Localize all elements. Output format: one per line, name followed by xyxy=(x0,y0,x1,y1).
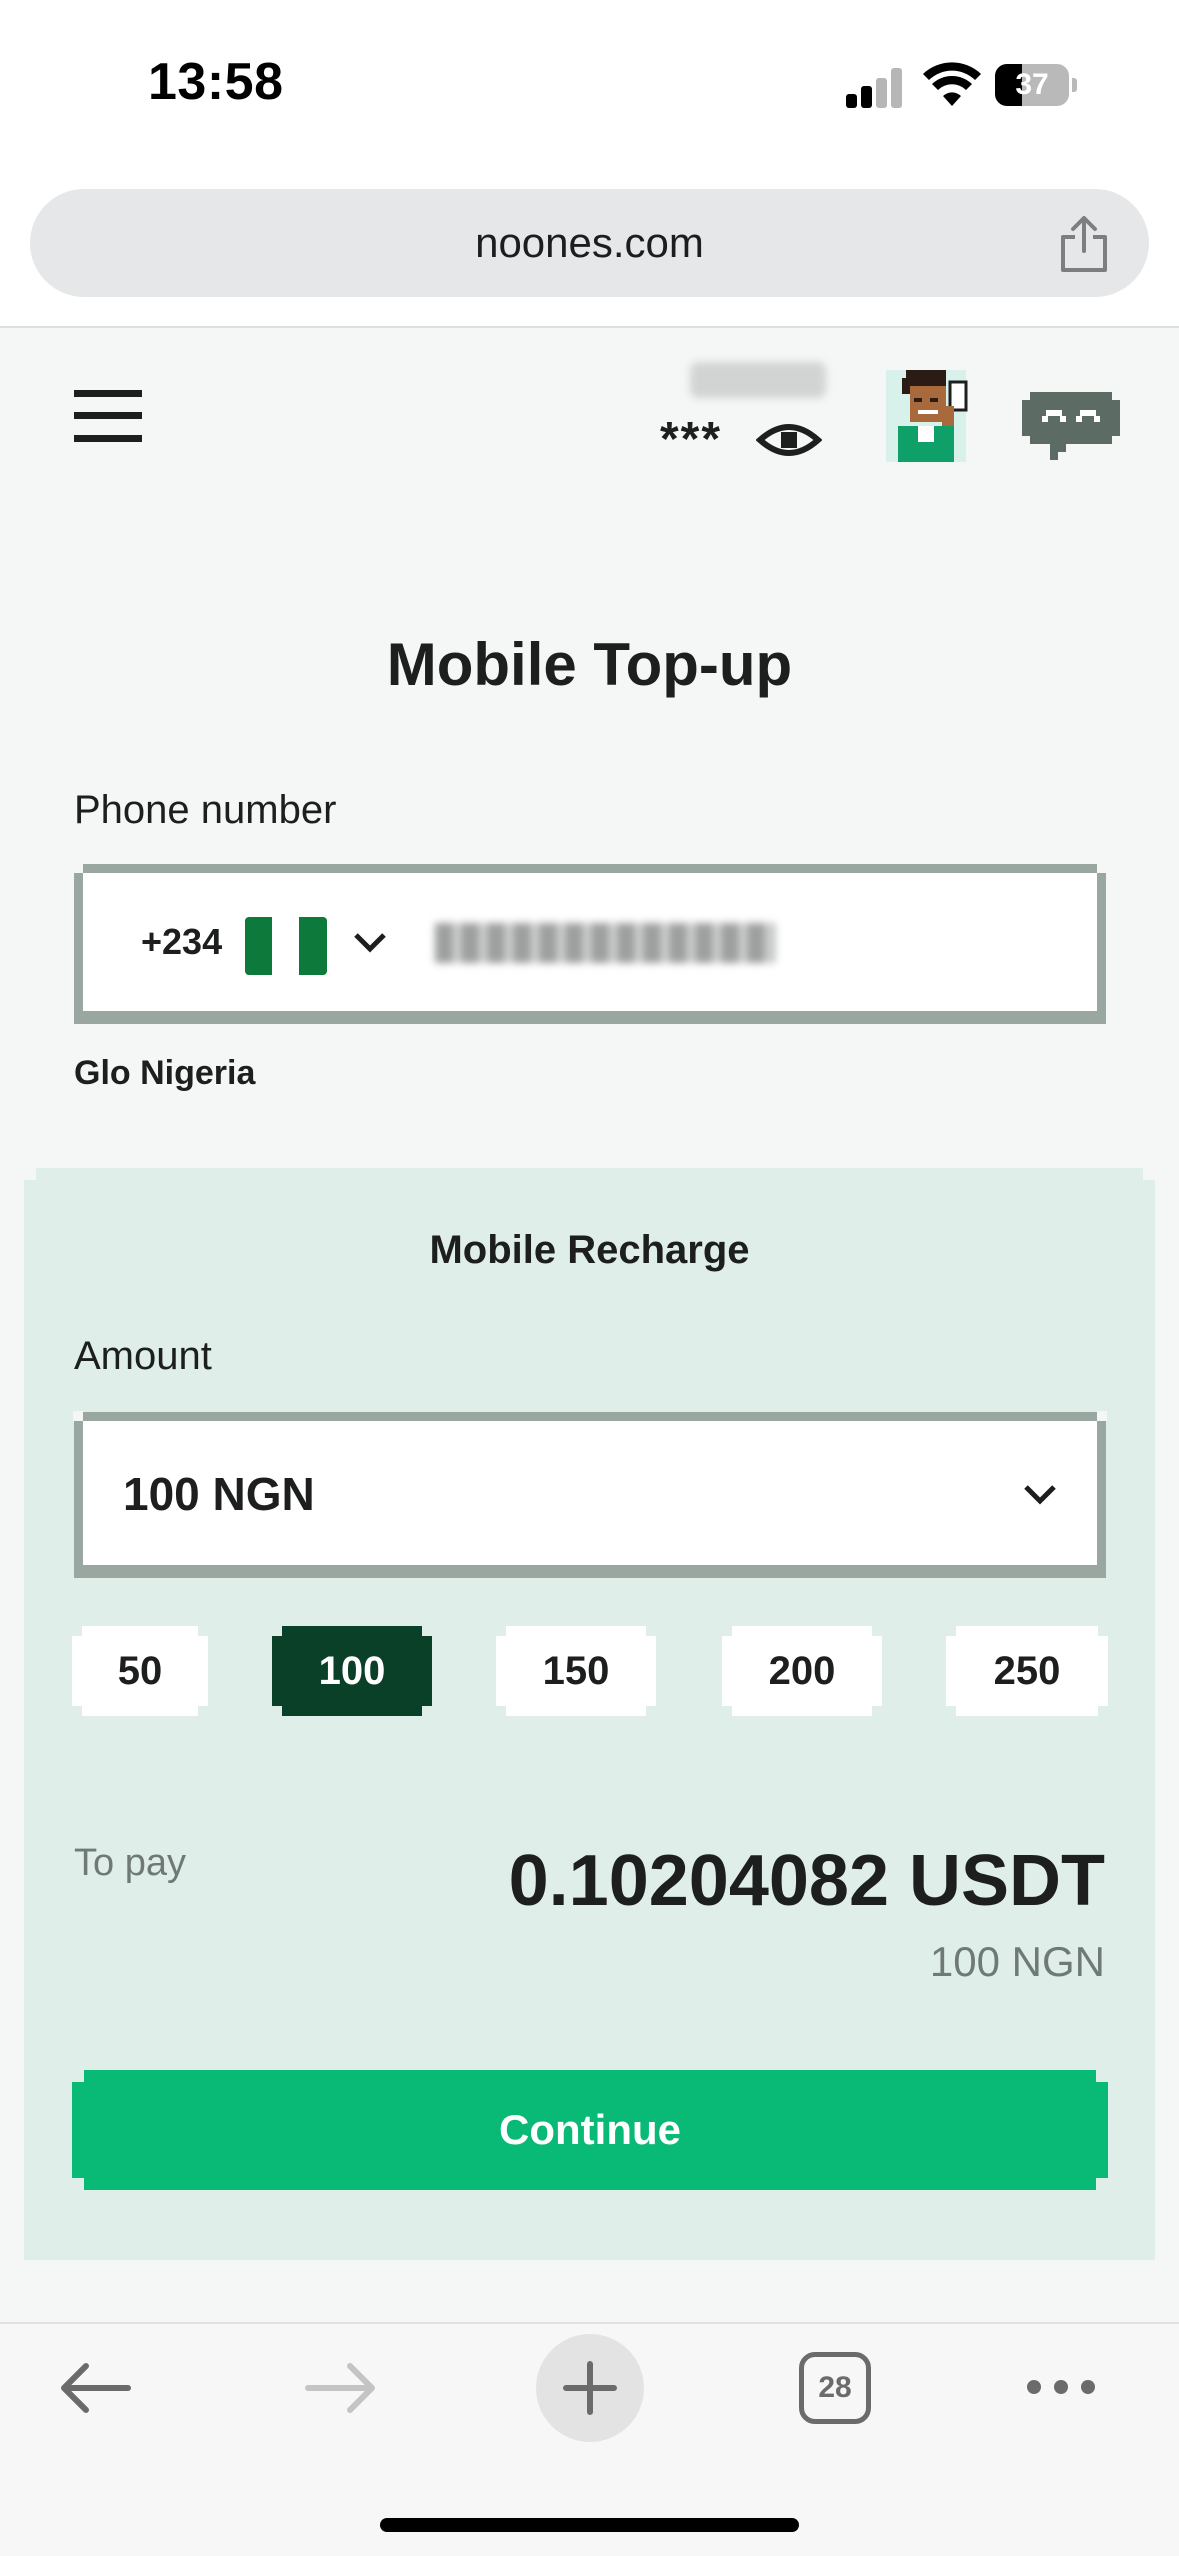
to-pay-local-amount: 100 NGN xyxy=(929,1938,1105,1985)
battery-level: 37 xyxy=(1015,68,1049,101)
amount-label: Amount xyxy=(74,1334,212,1378)
amount-chip-50[interactable]: 50 xyxy=(72,1626,208,1716)
forward-arrow-icon[interactable] xyxy=(304,2360,378,2416)
phone-number-redacted[interactable] xyxy=(435,923,775,963)
back-arrow-icon[interactable] xyxy=(58,2360,132,2416)
to-pay-label: To pay xyxy=(74,1842,186,1884)
recharge-panel-title: Mobile Recharge xyxy=(429,1228,750,1272)
cellular-signal-icon xyxy=(846,68,906,108)
hidden-balance: *** xyxy=(660,413,723,466)
phone-number-field[interactable]: +234 xyxy=(73,863,1107,1024)
more-options-icon[interactable] xyxy=(1024,2375,1098,2399)
address-bar[interactable]: noones.com xyxy=(30,189,1149,297)
amount-chip-250[interactable]: 250 xyxy=(946,1626,1108,1716)
home-indicator xyxy=(380,2518,799,2532)
amount-chip-200[interactable]: 200 xyxy=(722,1626,882,1716)
hamburger-menu-icon[interactable] xyxy=(74,390,142,442)
plus-icon xyxy=(563,2361,617,2415)
nigeria-flag-icon[interactable] xyxy=(245,917,327,975)
avatar[interactable] xyxy=(874,362,978,470)
share-icon[interactable] xyxy=(1057,215,1111,273)
eye-icon[interactable] xyxy=(756,420,822,460)
tabs-button[interactable]: 28 xyxy=(799,2352,871,2424)
wifi-icon xyxy=(923,62,981,106)
chevron-down-icon[interactable] xyxy=(353,931,387,953)
username-redacted xyxy=(690,362,826,398)
amount-select[interactable]: 100 NGN xyxy=(73,1411,1107,1578)
url-text: noones.com xyxy=(475,219,704,266)
page-title: Mobile Top-up xyxy=(386,631,793,698)
status-bar: 13:58 37 xyxy=(0,0,1179,175)
to-pay-amount: 0.10204082 USDT xyxy=(508,1841,1105,1921)
status-time: 13:58 xyxy=(148,53,284,111)
new-tab-button[interactable] xyxy=(536,2334,644,2442)
amount-chip-100[interactable]: 100 xyxy=(272,1626,432,1716)
chat-bubble-icon[interactable] xyxy=(1022,392,1120,468)
continue-button[interactable]: Continue xyxy=(72,2070,1108,2190)
dial-code[interactable]: +234 xyxy=(141,873,222,1011)
selected-amount[interactable]: 100 NGN xyxy=(123,1421,315,1567)
phone-number-label: Phone number xyxy=(74,788,337,832)
battery-icon: 37 xyxy=(995,64,1077,106)
amount-chip-150[interactable]: 150 xyxy=(496,1626,656,1716)
carrier-name: Glo Nigeria xyxy=(74,1054,256,1092)
chevron-down-icon[interactable] xyxy=(1023,1483,1057,1505)
